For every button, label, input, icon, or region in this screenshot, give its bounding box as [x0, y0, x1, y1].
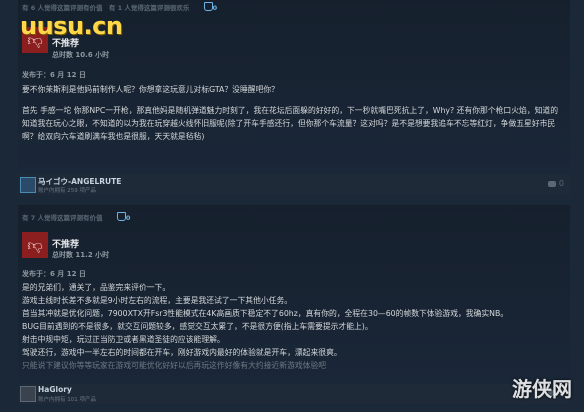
- review-paragraph: BUG目前遇到的不是很多，就交互问题较多，感觉交互太累了，不是很方便(指上车需要…: [22, 322, 373, 331]
- author-name[interactable]: HaGlory: [38, 385, 72, 394]
- thumbs-down-icon: 👎︎: [22, 232, 48, 258]
- helpful-count: 有 7 人觉得这篇评测有价值 0: [22, 212, 131, 222]
- posted-date: 发布于：6 月 12 日: [22, 71, 86, 79]
- review-text: 要不你茉斯利是他妈前制作人呢？你想拿这玩意儿对标GTA？没睡醒吧你？ 首先 手感…: [22, 83, 562, 147]
- review-paragraph: 是的兄弟们，通关了，品鉴完来评价一下。: [22, 283, 171, 292]
- hours-played: 总时数 11.2 小时: [52, 251, 110, 259]
- text-fade-overlay: [18, 369, 570, 383]
- site-watermark: 游侠网: [512, 377, 572, 401]
- review-paragraph: 驾驶还行，游戏中一半左右的时间都在开车，刚好游戏内最好的体验就是开车，漂起来很爽…: [22, 348, 342, 357]
- site-watermark: uusu.cn: [20, 12, 123, 40]
- review-author-bar: HaGlory 账户内拥有 101 项产品 0: [18, 384, 570, 404]
- helpful-count: 有 6 人觉得这篇评测有价值 有 1 人觉得这篇评测很欢乐 0: [22, 2, 218, 12]
- review-paragraph: 游戏主线时长差不多就是9小时左右的流程，主要是我还试了一下其他小任务。: [22, 296, 293, 305]
- review-paragraph: 射击中规中矩，玩过正当防卫或者黑道圣徒的应该能理解。: [22, 335, 225, 344]
- review-paragraph: 首先 手感一坨 你那NPC一开枪，那真他妈是随机弹道魅力时刻了，我在花坛后面躲的…: [22, 106, 559, 141]
- author-games-count: 账户内拥有 259 项产品: [38, 188, 96, 194]
- review-card: 有 7 人觉得这篇评测有价值 0 👎︎ 不推荐 总时数 11.2 小时 发布于：…: [18, 205, 570, 383]
- award-count[interactable]: 0: [198, 2, 217, 12]
- comment-button[interactable]: 0: [547, 179, 564, 188]
- author-games-count: 账户内拥有 101 项产品: [38, 397, 96, 403]
- review-author-bar: 马イゴウ-ANGELRUTE 账户内拥有 259 项产品 0: [18, 175, 570, 195]
- review-paragraph: 首当其冲就是优化问题，7900XTX开Fsr3性能模式在4K高画质下稳定不了60…: [22, 309, 509, 318]
- award-count[interactable]: 0: [111, 212, 130, 222]
- review-text: 是的兄弟们，通关了，品鉴完来评价一下。 游戏主线时长差不多就是9小时左右的流程，…: [22, 281, 562, 372]
- review-verdict: 不推荐: [52, 240, 80, 250]
- review-paragraph: 要不你茉斯利是他妈前制作人呢？你想拿这玩意儿对标GTA？没睡醒吧你？: [22, 85, 279, 94]
- comment-icon: [547, 181, 556, 187]
- award-icon: [203, 2, 213, 11]
- hours-played: 总时数 10.6 小时: [52, 51, 110, 59]
- avatar[interactable]: [20, 177, 36, 193]
- award-icon: [116, 212, 126, 221]
- posted-date: 发布于：6 月 12 日: [22, 270, 86, 278]
- avatar[interactable]: [20, 386, 36, 402]
